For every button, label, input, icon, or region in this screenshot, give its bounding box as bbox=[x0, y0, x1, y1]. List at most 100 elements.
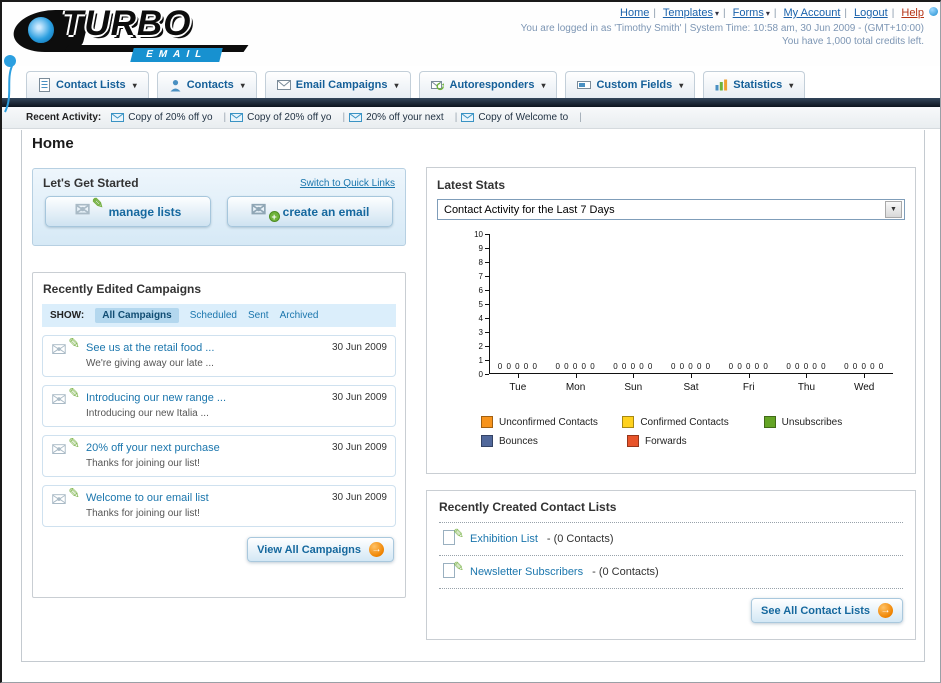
separator bbox=[840, 7, 851, 19]
main-nav: Contact Lists ▾ Contacts ▾ Email Campaig… bbox=[2, 68, 940, 98]
campaign-subtitle: We're giving away our late ... bbox=[86, 358, 214, 369]
legend-item: Unsubscribes bbox=[763, 416, 905, 428]
campaign-title-link[interactable]: Introducing our new range ... bbox=[86, 392, 323, 404]
chart-x-groups: 0 0 0 0 0 Tue 0 0 0 0 0 Mon 0 0 0 0 0 Sun 0 0 … bbox=[489, 362, 893, 402]
pencil-page-icon: ✉ ✎ bbox=[74, 194, 104, 221]
nav-tab-autoresponders[interactable]: Autoresponders ▾ bbox=[418, 71, 558, 98]
recent-activity-bar: Recent Activity: Copy of 20% off yo Copy… bbox=[2, 107, 940, 129]
nav-link-home[interactable]: Home bbox=[620, 7, 649, 19]
manage-lists-button[interactable]: ✉ ✎ manage lists bbox=[45, 194, 211, 227]
contact-list-item: ✎ Exhibition List - (0 Contacts) bbox=[439, 523, 903, 555]
contact-list-link[interactable]: Exhibition List bbox=[470, 533, 538, 545]
tab-archived[interactable]: Archived bbox=[280, 310, 319, 321]
app-window: TURBO EMAIL Home Templates ▾ Forms ▾ My Ac… bbox=[0, 0, 941, 683]
nav-tab-email-campaigns[interactable]: Email Campaigns ▾ bbox=[264, 71, 411, 98]
contact-list-count: - (0 Contacts) bbox=[546, 533, 614, 545]
chart-category-group: 0 0 0 0 0 Mon bbox=[547, 362, 605, 402]
nav-tab-contacts[interactable]: Contacts ▾ bbox=[156, 71, 257, 98]
view-all-campaigns-button[interactable]: View All Campaigns → bbox=[247, 537, 394, 562]
latest-stats-title: Latest Stats bbox=[437, 178, 506, 192]
campaign-title-link[interactable]: See us at the retail food ... bbox=[86, 342, 323, 354]
edit-list-icon: ✎ bbox=[441, 526, 464, 548]
chart-y-axis: 10 9 8 7 6 5 4 3 2 1 0 bbox=[445, 230, 489, 379]
nav-link-help[interactable]: Help bbox=[901, 7, 924, 19]
nav-tab-contact-lists[interactable]: Contact Lists ▾ bbox=[26, 71, 149, 98]
recent-activity-link[interactable]: Copy of Welcome to bbox=[478, 112, 568, 123]
chevron-down-icon: ▾ bbox=[789, 80, 794, 90]
custom-fields-icon bbox=[577, 79, 592, 91]
stats-period-select[interactable]: Contact Activity for the Last 7 Days ▼ bbox=[437, 199, 905, 220]
nav-tab-custom-fields[interactable]: Custom Fields ▾ bbox=[565, 71, 696, 98]
campaign-list-item: ✉ ✎ Introducing our new range ... Introdu… bbox=[42, 385, 396, 427]
envelope-icon bbox=[111, 113, 125, 122]
chart-category-label: Wed bbox=[853, 382, 875, 393]
chart-category-label: Tue bbox=[509, 382, 527, 393]
nav-link-my-account[interactable]: My Account bbox=[784, 7, 841, 19]
manage-lists-label: manage lists bbox=[108, 204, 182, 219]
campaign-subtitle: Thanks for joining our list! bbox=[86, 508, 200, 519]
nav-link-forms[interactable]: Forms bbox=[733, 7, 764, 19]
switch-quick-links-link[interactable]: Switch to Quick Links bbox=[300, 178, 395, 189]
recent-activity-link[interactable]: 20% off your next bbox=[366, 112, 444, 123]
tab-sent[interactable]: Sent bbox=[248, 310, 269, 321]
campaign-date: 30 Jun 2009 bbox=[331, 392, 387, 403]
nav-divider-bar bbox=[2, 98, 940, 107]
tab-all-campaigns[interactable]: All Campaigns bbox=[95, 308, 179, 323]
envelope-icon bbox=[349, 113, 363, 122]
top-header: TURBO EMAIL Home Templates ▾ Forms ▾ My Ac… bbox=[2, 2, 940, 113]
logo-subtitle: EMAIL bbox=[130, 48, 223, 62]
campaign-title-link[interactable]: Welcome to our email list bbox=[86, 492, 323, 504]
chevron-down-icon: ▾ bbox=[394, 80, 399, 90]
contact-list-link[interactable]: Newsletter Subscribers bbox=[470, 566, 583, 578]
create-email-button[interactable]: ✉ + create an email bbox=[227, 196, 393, 227]
chart-values: 0 0 0 0 0 bbox=[728, 362, 769, 371]
chart-category-label: Fri bbox=[742, 382, 755, 393]
legend-item: Forwards bbox=[627, 435, 773, 447]
chart-values: 0 0 0 0 0 bbox=[786, 362, 827, 371]
recent-activity-link[interactable]: Copy of 20% off yo bbox=[247, 112, 331, 123]
separator bbox=[888, 7, 899, 19]
chart-category-group: 0 0 0 0 0 Thu bbox=[778, 362, 836, 402]
edit-campaign-icon: ✉ ✎ bbox=[51, 435, 80, 461]
nav-tab-statistics[interactable]: Statistics ▾ bbox=[703, 71, 806, 98]
stats-period-value: Contact Activity for the Last 7 Days bbox=[444, 203, 615, 216]
show-label: SHOW: bbox=[50, 310, 85, 321]
login-info: You are logged in as 'Timothy Smith' | S… bbox=[520, 23, 924, 34]
legend-swatch bbox=[627, 435, 639, 447]
see-all-contact-lists-label: See All Contact Lists bbox=[760, 604, 870, 617]
legend-swatch bbox=[622, 416, 635, 428]
logo-swirl-icon bbox=[26, 15, 56, 45]
nav-tab-label: Statistics bbox=[733, 79, 783, 91]
legend-swatch bbox=[481, 435, 493, 447]
chart-plot bbox=[489, 234, 893, 374]
see-all-contact-lists-button[interactable]: See All Contact Lists → bbox=[750, 598, 903, 623]
recent-activity-link[interactable]: Copy of 20% off yo bbox=[128, 112, 212, 123]
chart-values: 0 0 0 0 0 bbox=[613, 362, 654, 371]
nav-tab-label: Email Campaigns bbox=[295, 79, 388, 91]
contact-list-item: ✎ Newsletter Subscribers - (0 Contacts) bbox=[439, 556, 903, 588]
campaign-subtitle: Thanks for joining our list! bbox=[86, 458, 200, 469]
campaign-title-link[interactable]: 20% off your next purchase bbox=[86, 442, 323, 454]
contact-list-count: - (0 Contacts) bbox=[592, 566, 659, 578]
logo-tail-icon bbox=[4, 55, 16, 113]
chevron-down-icon: ▾ bbox=[679, 80, 684, 90]
campaign-date: 30 Jun 2009 bbox=[331, 442, 387, 453]
arrow-right-icon: → bbox=[878, 603, 893, 618]
app-logo[interactable]: TURBO EMAIL bbox=[8, 4, 284, 62]
chevron-down-icon: ▾ bbox=[240, 80, 245, 90]
chart-category-group: 0 0 0 0 0 Fri bbox=[720, 362, 778, 402]
envelope-icon bbox=[461, 113, 475, 122]
nav-link-logout[interactable]: Logout bbox=[854, 7, 888, 19]
legend-item: Unconfirmed Contacts bbox=[481, 416, 622, 428]
tab-scheduled[interactable]: Scheduled bbox=[190, 310, 237, 321]
nav-link-templates[interactable]: Templates bbox=[663, 7, 713, 19]
legend-swatch bbox=[481, 416, 493, 428]
campaign-list-item: ✉ ✎ 20% off your next purchase Thanks for… bbox=[42, 435, 396, 477]
chart-category-label: Mon bbox=[565, 382, 586, 393]
chart-category-label: Thu bbox=[797, 382, 816, 393]
email-campaigns-icon bbox=[276, 80, 291, 90]
recent-campaigns-title: Recently Edited Campaigns bbox=[43, 282, 202, 296]
nav-tab-label: Autoresponders bbox=[449, 79, 535, 91]
get-started-panel: Let's Get Started Switch to Quick Links … bbox=[32, 168, 406, 246]
nav-tab-label: Custom Fields bbox=[596, 79, 673, 91]
